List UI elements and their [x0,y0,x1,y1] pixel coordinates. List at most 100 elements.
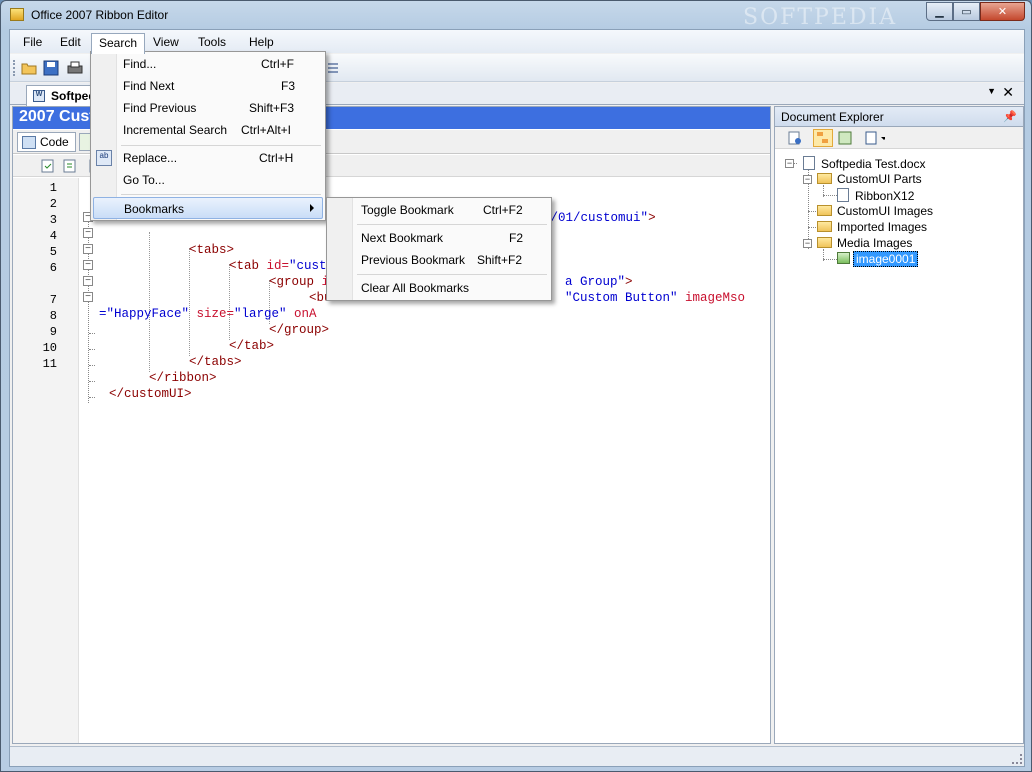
maximize-icon: ▭ [961,6,972,18]
code-token: <group [269,275,322,289]
code-line-5[interactable]: <group i [269,275,329,289]
tree-node-customui-images[interactable]: CustomUI Images [817,204,935,220]
tree-view-button[interactable] [813,129,833,147]
code-token: a Group" [565,275,626,289]
info-icon [788,131,801,145]
code-line-9[interactable]: </tabs> [189,355,242,369]
format-button[interactable] [324,59,342,77]
menu-tools[interactable]: Tools [191,33,233,51]
save-button[interactable] [42,59,60,77]
code-line-5-tail[interactable]: a Group"> [565,275,633,289]
search-menu: Find... Ctrl+F Find Next F3 Find Previous S… [90,51,326,221]
menu-item-previous-bookmark[interactable]: Previous Bookmark Shift+F2 [329,249,549,271]
document-icon [803,156,815,170]
menu-separator [121,145,321,146]
tree-node-root[interactable]: Softpedia Test.docx [803,156,928,172]
tree-node-label: image0001 [853,251,919,267]
menu-item-next-bookmark[interactable]: Next Bookmark F2 [329,227,549,249]
menu-item-toggle-bookmark[interactable]: Toggle Bookmark Ctrl+F2 [329,199,549,221]
tree-icon [817,132,828,143]
fold-end [89,349,95,350]
minimize-button[interactable]: ▁ [926,2,953,21]
menu-item-go-to[interactable]: Go To... [93,169,323,191]
code-token: ="HappyFace" [99,307,190,321]
fold-toggle[interactable]: − [83,276,93,286]
pin-icon[interactable]: 📌 [1003,110,1017,123]
tab-list-dropdown[interactable]: ▼ [987,86,996,96]
maximize-button[interactable]: ▭ [953,2,980,21]
format-icon [328,63,338,73]
tree-expander[interactable]: − [803,175,812,184]
code-line-8[interactable]: </tab> [229,339,274,353]
menu-search[interactable]: Search [91,33,146,54]
close-tab-button[interactable]: ✕ [1002,84,1014,101]
tree-expander[interactable]: − [803,239,812,248]
save-icon [43,60,59,76]
line-number: 4 [49,229,57,243]
menu-item-label: Go To... [123,173,165,187]
code-token: size= [189,307,235,321]
fold-toggle[interactable]: − [83,244,93,254]
fold-toggle[interactable]: − [83,292,93,302]
code-line-4[interactable]: <tab id="cust [229,259,327,273]
tree-node-imported-images[interactable]: Imported Images [817,220,929,236]
code-line-7[interactable]: </group> [269,323,329,337]
open-folder-icon [21,63,37,75]
menu-item-bookmarks[interactable]: Bookmarks [93,197,323,219]
menu-file[interactable]: File [16,33,49,51]
menu-item-find-next[interactable]: Find Next F3 [93,75,323,97]
tree-node-customui-parts[interactable]: CustomUI Parts [817,172,924,188]
indent-guide [229,264,230,340]
tree-node-image0001[interactable]: image0001 [837,251,919,268]
code-token: > [625,275,633,289]
code-line-10[interactable]: </ribbon> [149,371,217,385]
line-number: 5 [49,245,57,259]
fold-toggle[interactable]: − [83,228,93,238]
title-bar[interactable]: Office 2007 Ribbon Editor SOFTPEDIA ▁ ▭ … [1,1,1031,30]
validate-icon [41,159,54,173]
menu-item-find[interactable]: Find... Ctrl+F [93,53,323,75]
tab-code[interactable]: Code [17,132,76,152]
menu-item-clear-all-bookmarks[interactable]: Clear All Bookmarks [329,277,549,299]
tree-node-ribbonx[interactable]: RibbonX12 [837,188,916,204]
menu-item-shortcut: Shift+F2 [477,253,523,267]
explorer-header: Document Explorer 📌 [775,107,1023,127]
menu-item-find-previous[interactable]: Find Previous Shift+F3 [93,97,323,119]
menu-bar: File Edit Search View Tools Help [10,30,1024,54]
menu-view[interactable]: View [146,33,186,51]
menu-item-label: Find... [123,57,157,71]
code-line-6-wrap[interactable]: ="HappyFace" size="large" onA [99,307,317,321]
fold-toggle[interactable]: − [83,260,93,270]
menu-item-replace[interactable]: ab Replace... Ctrl+H [93,147,323,169]
code-line-11[interactable]: </customUI> [109,387,192,401]
properties-button[interactable] [785,129,805,147]
fold-end [89,397,95,398]
tree-line [823,195,837,196]
menu-item-shortcut: F3 [281,79,296,93]
toolbar-grip[interactable] [13,60,16,76]
folder-icon [817,221,832,232]
tree-expander[interactable]: − [785,159,794,168]
menu-item-label: Toggle Bookmark [361,203,454,217]
line-number: 3 [49,213,57,227]
window-title: Office 2007 Ribbon Editor [31,8,169,22]
menu-help[interactable]: Help [242,33,281,51]
generate-button[interactable] [61,157,79,175]
replace-icon: ab [96,150,112,166]
tree-node-media-images[interactable]: Media Images [817,236,914,252]
menu-item-incremental-search[interactable]: Incremental Search Ctrl+Alt+I [93,119,323,141]
code-line-3[interactable]: <tabs> [189,243,234,257]
line-number-gutter: 1 2 3 4 5 6 7 8 9 10 11 [13,178,79,743]
chevron-down-icon: ▼ [987,86,996,96]
resize-grip[interactable] [1012,754,1022,764]
validate-button[interactable] [39,157,57,175]
callbacks-dropdown-button[interactable] [865,129,885,147]
code-token: <tab [229,259,267,273]
open-button[interactable] [20,59,38,77]
code-token: "large" [234,307,287,321]
close-button[interactable]: ✕ [980,2,1025,21]
insert-image-button[interactable] [835,129,855,147]
print-button[interactable] [66,59,84,77]
code-line-6-tail[interactable]: "Custom Button" imageMso [565,291,745,305]
menu-edit[interactable]: Edit [53,33,88,51]
